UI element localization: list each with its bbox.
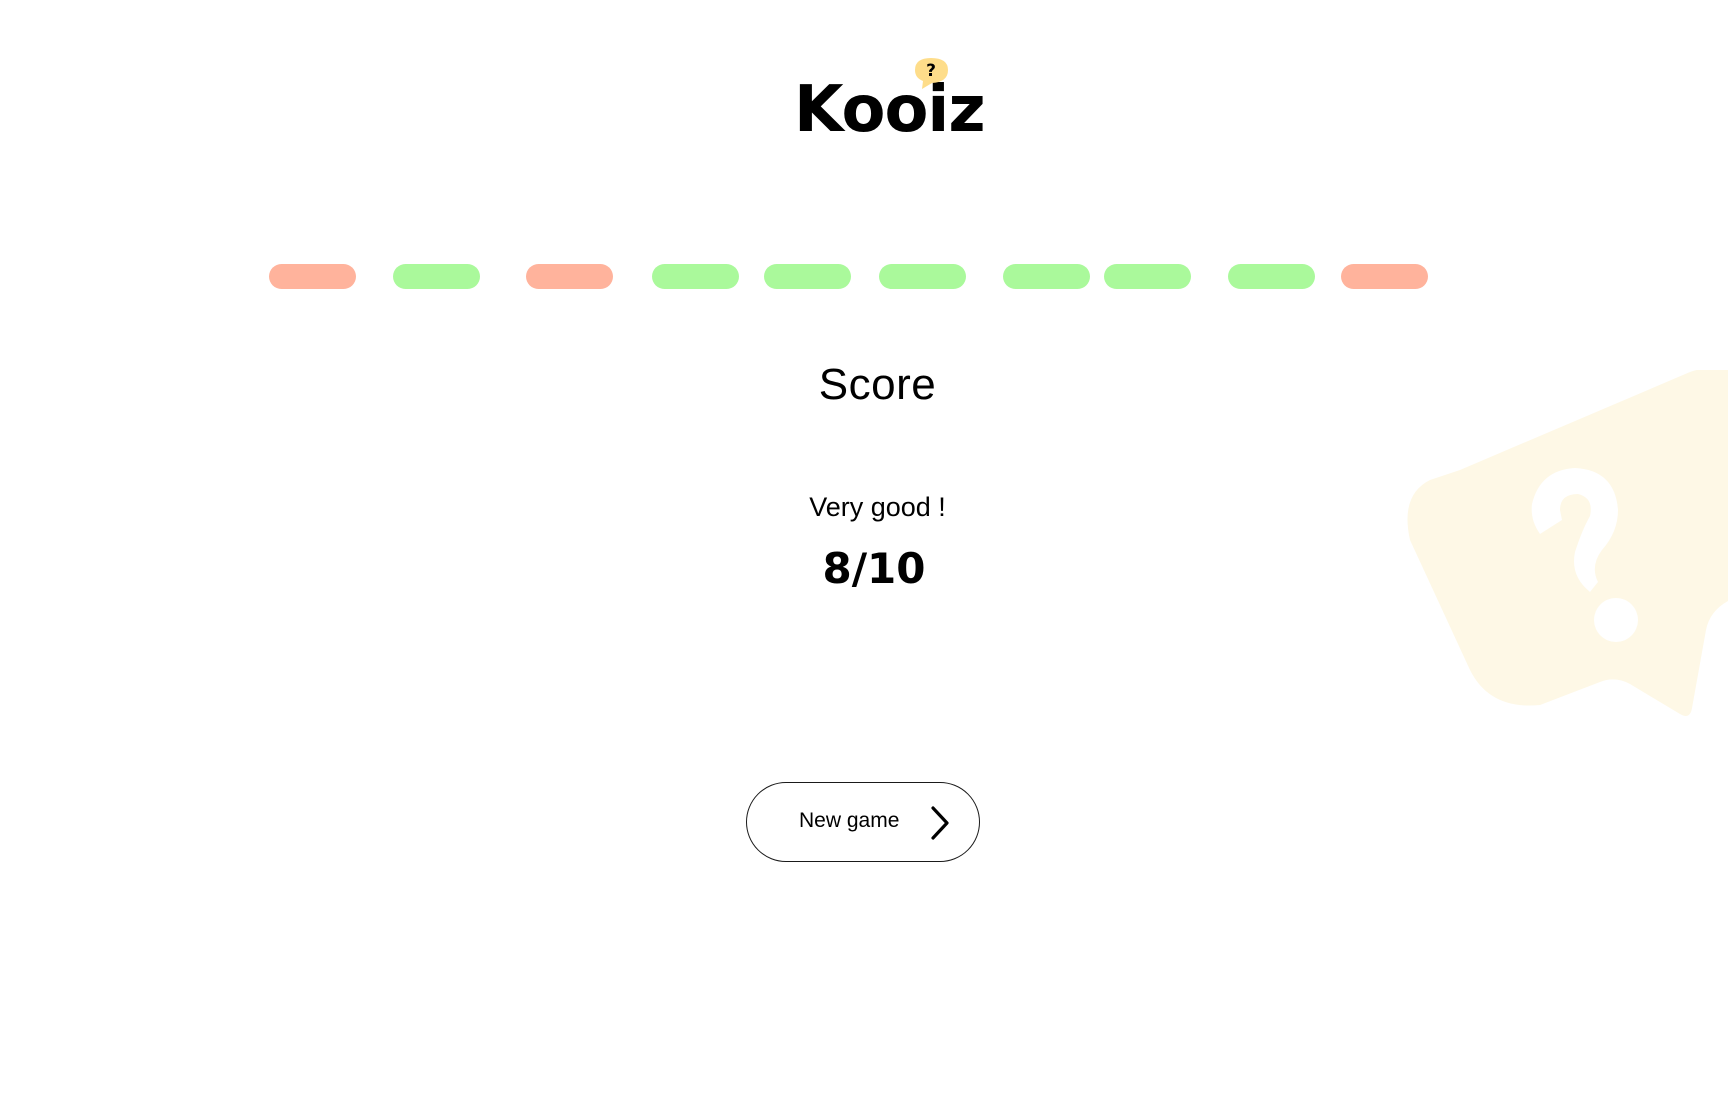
new-game-label: New game [799,809,900,832]
progress-pill-3-wrong [526,264,613,289]
score-title: Score [818,360,937,409]
progress-pill-8-correct [1104,264,1191,289]
progress-pill-1-wrong [269,264,356,289]
new-game-button[interactable]: New game [746,782,980,862]
question-progress [0,264,1728,290]
question-bubble-icon: ? [915,58,948,89]
progress-pill-9-correct [1228,264,1315,289]
chevron-right-icon [931,806,949,840]
progress-pill-2-correct [393,264,480,289]
score-message: Very good ! [809,492,946,522]
logo: Kooiz ? [794,58,986,150]
progress-pill-10-wrong [1341,264,1428,289]
score-page: Kooiz ? Score Very good ! 8/10 New game [0,0,1728,1117]
logo-text: Kooiz [794,73,986,147]
logo-bubble-glyph: ? [926,61,936,81]
score-value: 8/10 [822,544,926,593]
progress-pill-4-correct [652,264,739,289]
progress-pill-5-correct [764,264,851,289]
progress-pill-6-correct [879,264,966,289]
progress-pill-7-correct [1003,264,1090,289]
